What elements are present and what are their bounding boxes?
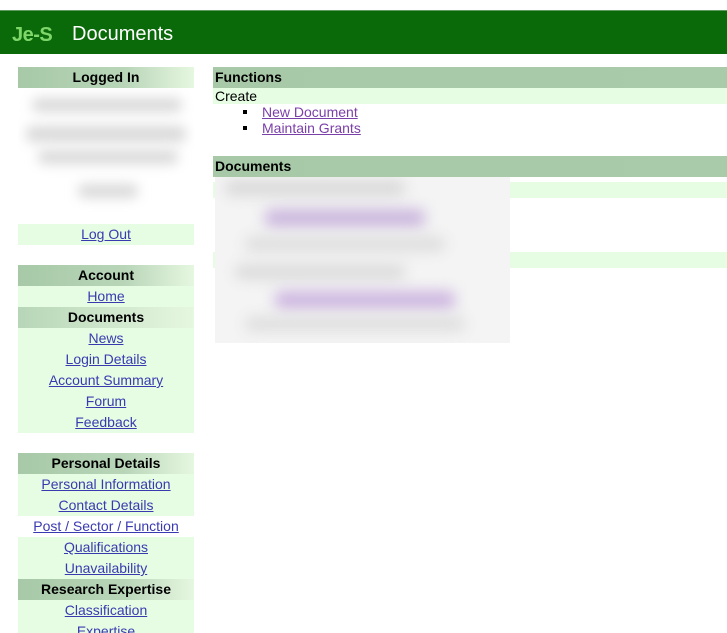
page-title: Documents [72, 23, 174, 45]
functions-heading: Functions [213, 67, 727, 88]
sidebar-item-contact-details[interactable]: Contact Details [18, 495, 194, 516]
maintain-grants-link[interactable]: Maintain Grants [262, 120, 361, 136]
sidebar-item-feedback[interactable]: Feedback [18, 412, 194, 433]
sidebar-item-documents: Documents [18, 307, 194, 328]
main-content: Functions Create New Document Maintain G… [213, 67, 727, 347]
sidebar-item-news[interactable]: News [18, 328, 194, 349]
create-label: Create [213, 88, 727, 104]
logout-link[interactable]: Log Out [18, 224, 194, 245]
list-item: Maintain Grants [243, 120, 727, 136]
new-document-link[interactable]: New Document [262, 104, 358, 120]
account-heading: Account [18, 265, 194, 286]
sidebar-item-qualifications[interactable]: Qualifications [18, 537, 194, 558]
list-item: New Document [243, 104, 727, 120]
sidebar-item-account-summary[interactable]: Account Summary [18, 370, 194, 391]
sidebar-item-classification[interactable]: Classification [18, 600, 194, 621]
app-header: Je-S Documents [0, 10, 727, 54]
sidebar-item-home[interactable]: Home [18, 286, 194, 307]
user-info-redacted [18, 88, 194, 224]
research-expertise-heading: Research Expertise [18, 579, 194, 600]
sidebar-item-post-sector-function[interactable]: Post / Sector / Function [18, 516, 194, 537]
sidebar: Logged In Log Out Account Home Documents… [18, 67, 194, 633]
personal-details-heading: Personal Details [18, 453, 194, 474]
sidebar-item-login-details[interactable]: Login Details [18, 349, 194, 370]
sidebar-item-personal-information[interactable]: Personal Information [18, 474, 194, 495]
sidebar-item-unavailability[interactable]: Unavailability [18, 558, 194, 579]
documents-heading: Documents [213, 156, 727, 177]
create-links-list: New Document Maintain Grants [213, 104, 727, 136]
je-s-logo[interactable]: Je-S [12, 24, 53, 47]
sidebar-item-forum[interactable]: Forum [18, 391, 194, 412]
redacted-document-rows [215, 177, 510, 343]
documents-list-redacted [213, 177, 727, 347]
sidebar-item-expertise[interactable]: Expertise [18, 621, 194, 633]
logged-in-heading: Logged In [18, 67, 194, 88]
